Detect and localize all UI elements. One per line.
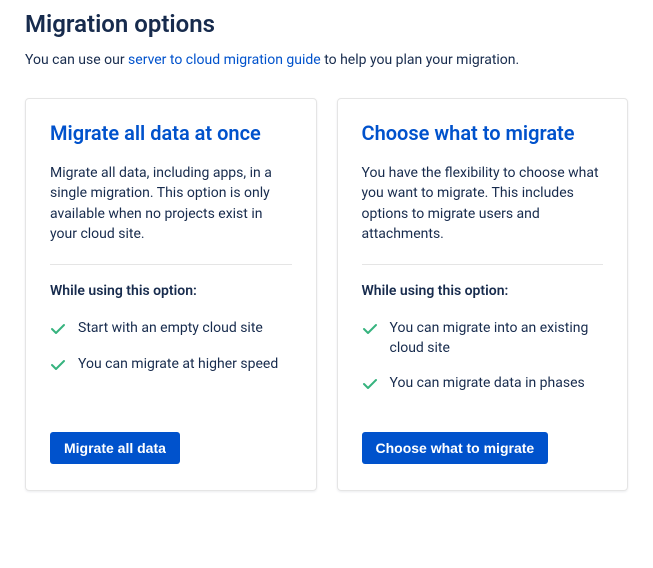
intro-suffix: to help you plan your migration. <box>321 52 520 68</box>
card-migrate-all: Migrate all data at once Migrate all dat… <box>25 98 317 491</box>
migrate-all-button[interactable]: Migrate all data <box>50 432 180 464</box>
check-icon <box>50 357 66 373</box>
check-icon <box>362 376 378 392</box>
check-icon <box>50 321 66 337</box>
card-title: Choose what to migrate <box>362 121 604 145</box>
cards-container: Migrate all data at once Migrate all dat… <box>25 98 628 491</box>
intro-text: You can use our server to cloud migratio… <box>25 52 628 68</box>
check-icon <box>362 321 378 337</box>
list-item: Start with an empty cloud site <box>50 319 292 339</box>
choose-what-button[interactable]: Choose what to migrate <box>362 432 549 464</box>
benefit-text: Start with an empty cloud site <box>78 319 263 339</box>
benefit-text: You can migrate into an existing cloud s… <box>390 319 604 358</box>
intro-prefix: You can use our <box>25 52 128 68</box>
card-title: Migrate all data at once <box>50 121 292 145</box>
card-choose-what: Choose what to migrate You have the flex… <box>337 98 629 491</box>
benefits-list: You can migrate into an existing cloud s… <box>362 319 604 410</box>
benefit-text: You can migrate data in phases <box>390 374 585 394</box>
divider <box>362 264 604 265</box>
benefits-list: Start with an empty cloud site You can m… <box>50 319 292 390</box>
benefit-text: You can migrate at higher speed <box>78 355 278 375</box>
card-description: You have the flexibility to choose what … <box>362 163 604 244</box>
list-item: You can migrate data in phases <box>362 374 604 394</box>
benefits-heading: While using this option: <box>362 283 604 299</box>
list-item: You can migrate into an existing cloud s… <box>362 319 604 358</box>
card-description: Migrate all data, including apps, in a s… <box>50 163 292 244</box>
migration-guide-link[interactable]: server to cloud migration guide <box>128 52 321 68</box>
list-item: You can migrate at higher speed <box>50 355 292 375</box>
divider <box>50 264 292 265</box>
page-title: Migration options <box>25 10 628 38</box>
benefits-heading: While using this option: <box>50 283 292 299</box>
